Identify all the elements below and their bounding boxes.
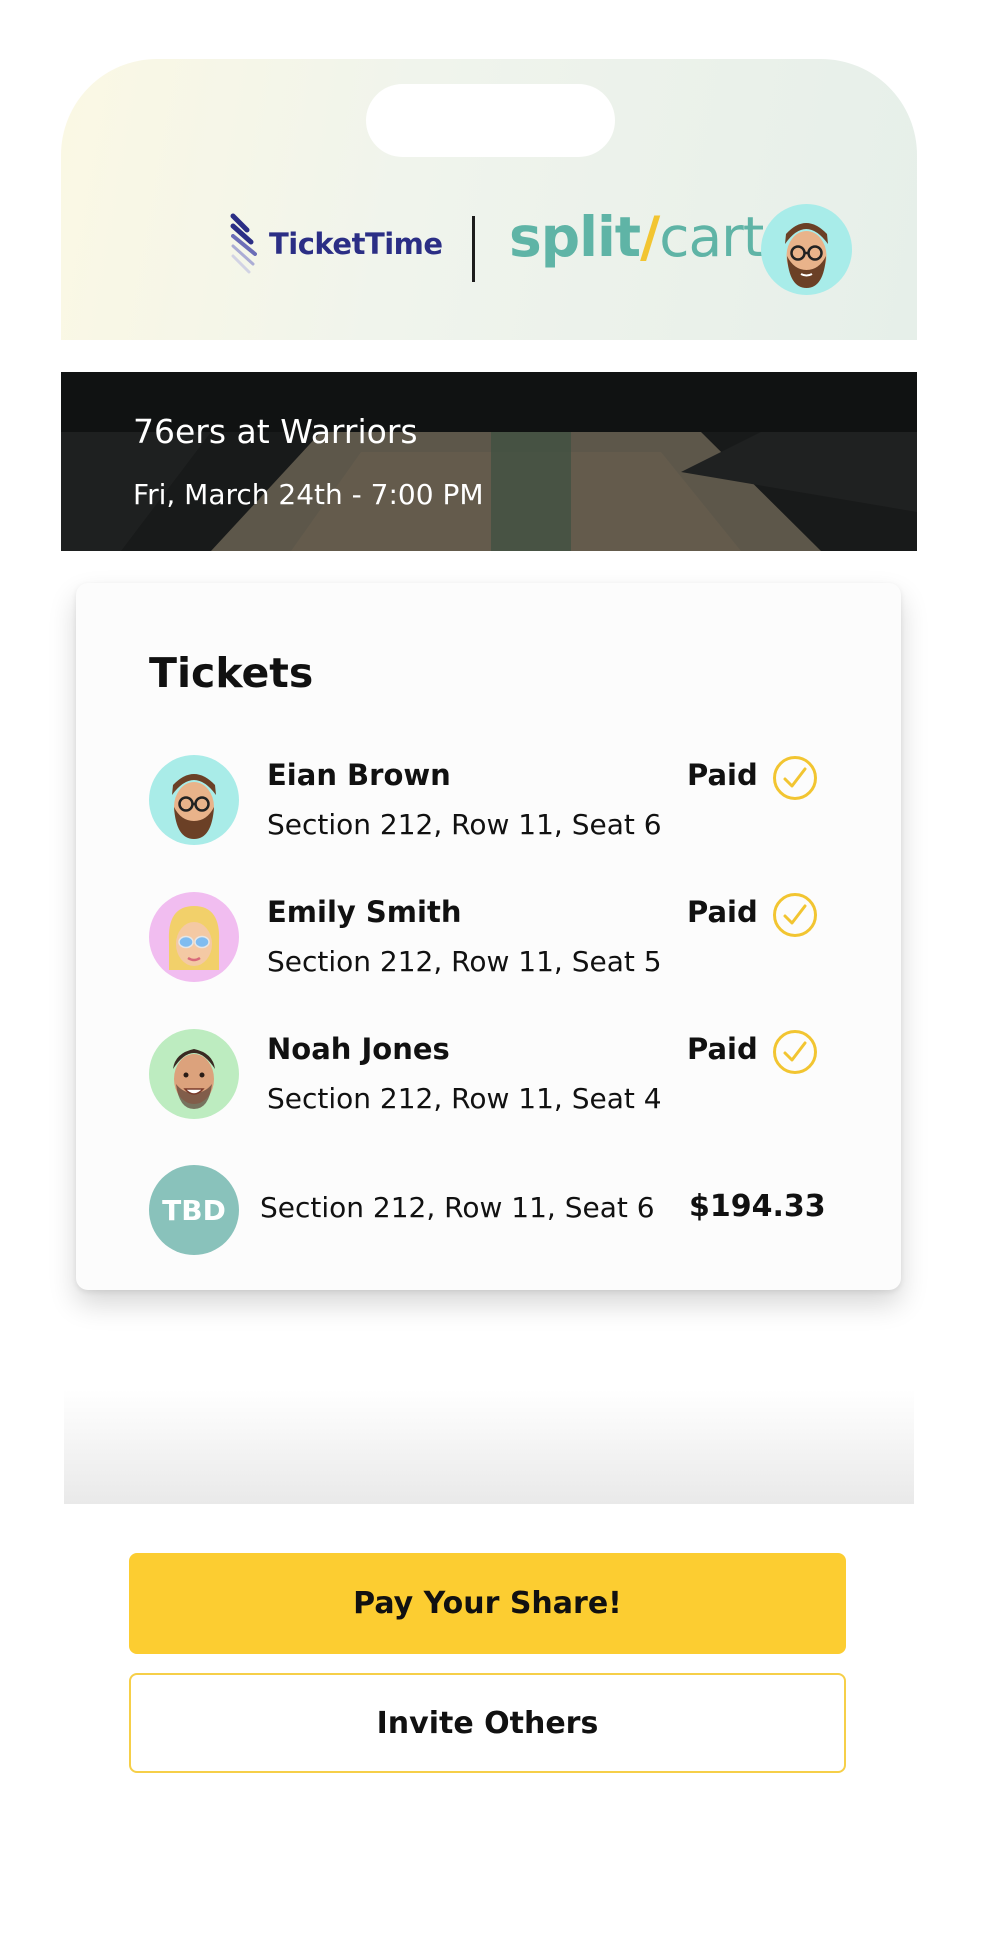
bearded-man-avatar-icon	[172, 774, 216, 839]
ticket-seat: Section 212, Row 11, Seat 5	[267, 945, 662, 978]
open-seat-row[interactable]: TBD Section 212, Row 11, Seat 6 $194.33	[149, 1165, 849, 1257]
check-circle-icon	[773, 756, 817, 800]
blonde-woman-avatar-icon	[168, 906, 220, 970]
ticket-holder-name: Eian Brown	[267, 758, 451, 792]
open-seat-price: $194.33	[689, 1189, 826, 1224]
avatar	[149, 892, 239, 982]
payment-status: Paid	[687, 1032, 758, 1066]
split-wordmark-part: split	[509, 205, 641, 269]
pay-your-share-button[interactable]: Pay Your Share!	[129, 1553, 846, 1654]
avatar	[149, 1029, 239, 1119]
ticket-row[interactable]: Noah Jones Section 212, Row 11, Seat 4 P…	[149, 1029, 849, 1121]
ticket-seat: Section 212, Row 11, Seat 6	[267, 808, 662, 841]
invite-others-button[interactable]: Invite Others	[129, 1673, 846, 1773]
brand-bar: TicketTime split/cart	[61, 59, 917, 340]
avatar	[149, 755, 239, 845]
check-circle-icon	[773, 893, 817, 937]
tickettime-logo-icon	[230, 213, 257, 274]
tickets-card: Tickets Eian Brown Section 212, Row 11, …	[76, 583, 901, 1290]
payment-status: Paid	[687, 758, 758, 792]
event-title: 76ers at Warriors	[133, 412, 418, 451]
split-slash-glyph: /	[640, 205, 660, 269]
ticket-row[interactable]: Emily Smith Section 212, Row 11, Seat 5 …	[149, 892, 849, 984]
tbd-badge: TBD	[149, 1165, 239, 1255]
ticket-holder-name: Emily Smith	[267, 895, 462, 929]
brand-divider	[472, 216, 475, 282]
arena-photo	[61, 372, 917, 551]
event-banner: 76ers at Warriors Fri, March 24th - 7:00…	[61, 372, 917, 551]
tickets-heading: Tickets	[149, 649, 314, 697]
event-datetime: Fri, March 24th - 7:00 PM	[133, 478, 484, 511]
ticket-holder-name: Noah Jones	[267, 1032, 450, 1066]
ticket-row[interactable]: Eian Brown Section 212, Row 11, Seat 6 P…	[149, 755, 849, 847]
payment-status: Paid	[687, 895, 758, 929]
profile-avatar[interactable]	[761, 204, 852, 295]
cart-wordmark-part: cart	[659, 205, 764, 269]
bearded-man-avatar-icon	[785, 223, 828, 288]
smiling-man-avatar-icon	[173, 1049, 215, 1109]
ticket-seat: Section 212, Row 11, Seat 4	[267, 1082, 662, 1115]
tickettime-wordmark: TicketTime	[269, 227, 443, 261]
splitcart-logo: split/cart	[509, 205, 764, 269]
open-seat-label: Section 212, Row 11, Seat 6	[260, 1191, 655, 1224]
check-circle-icon	[773, 1030, 817, 1074]
app-header: TicketTime split/cart	[61, 59, 917, 340]
